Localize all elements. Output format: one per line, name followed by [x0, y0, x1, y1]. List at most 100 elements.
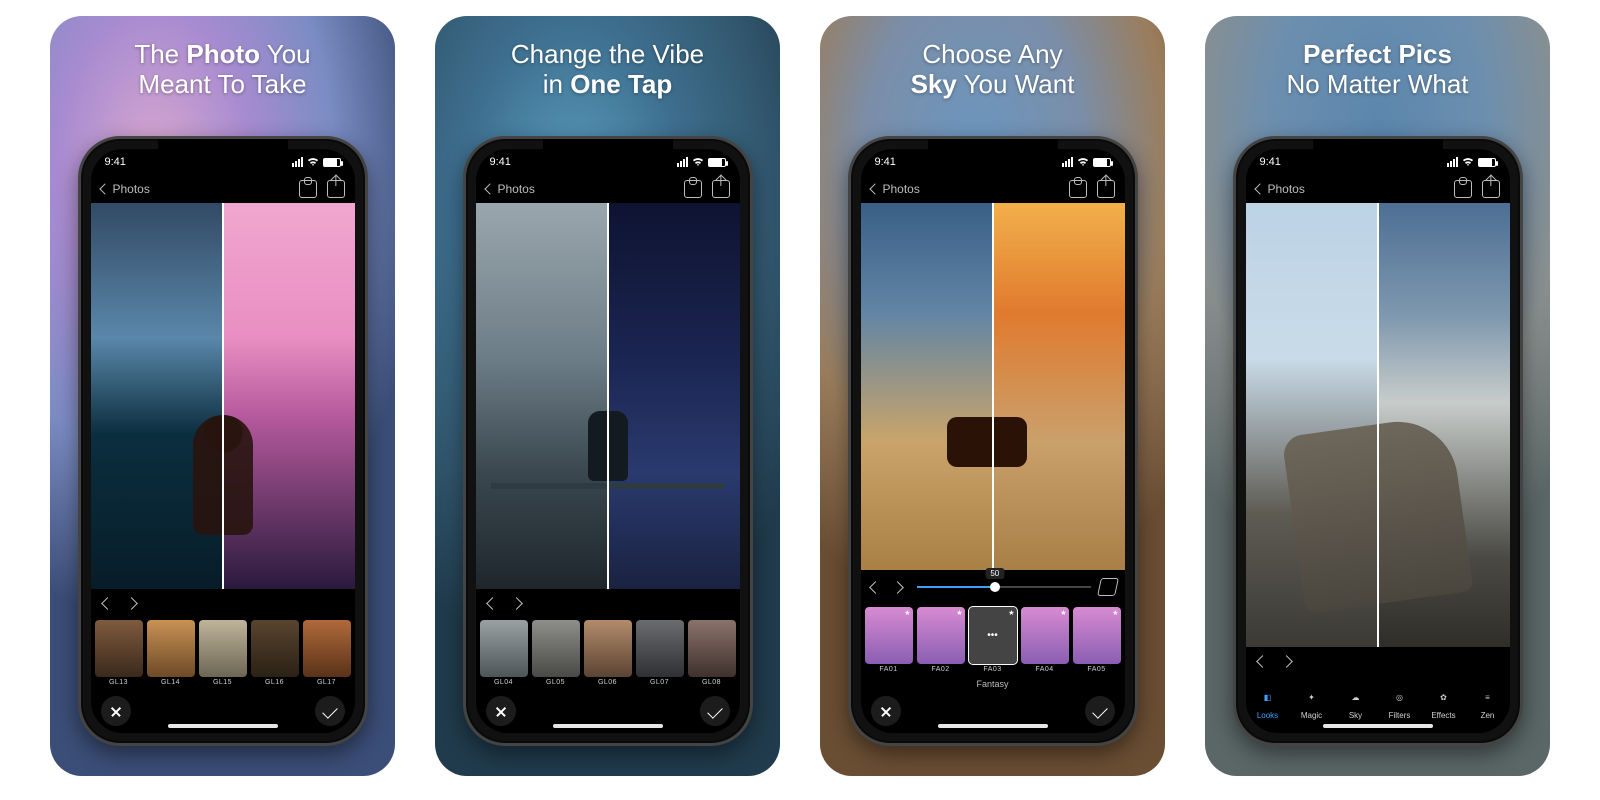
close-icon	[495, 705, 507, 717]
clipboard-icon[interactable]	[299, 180, 317, 198]
slider-value: 50	[985, 568, 1004, 579]
back-button[interactable]: Photos	[486, 182, 535, 196]
confirm-button[interactable]	[315, 696, 345, 726]
undo-icon[interactable]	[869, 581, 885, 593]
share-icon[interactable]	[327, 180, 345, 198]
look-thumb[interactable]: GL16	[251, 620, 299, 686]
headline: The Photo YouMeant To Take	[50, 40, 395, 100]
check-icon	[707, 703, 723, 719]
look-thumb[interactable]: GL17	[303, 620, 351, 686]
sky-category-label: Fantasy	[861, 676, 1125, 689]
sky-thumb[interactable]: ★FA04	[1021, 607, 1069, 673]
look-thumb[interactable]: GL06	[584, 620, 632, 686]
nav-bar: Photos	[476, 175, 740, 203]
intensity-row: 50	[861, 570, 1125, 604]
redo-icon[interactable]	[1282, 655, 1298, 667]
redo-icon[interactable]	[512, 597, 528, 609]
sky-thumb-selected[interactable]: ★•••FA03	[969, 607, 1017, 673]
battery-icon	[323, 158, 341, 167]
look-thumb[interactable]: GL08	[688, 620, 736, 686]
look-thumb[interactable]: GL04	[480, 620, 528, 686]
sky-thumb[interactable]: ★FA02	[917, 607, 965, 673]
chevron-left-icon	[99, 183, 110, 194]
status-time: 9:41	[490, 156, 511, 168]
redo-icon[interactable]	[893, 581, 909, 593]
intensity-slider[interactable]: 50	[917, 577, 1091, 597]
battery-icon	[1478, 158, 1496, 167]
back-button[interactable]: Photos	[1256, 182, 1305, 196]
zen-icon: ≡	[1479, 689, 1497, 707]
app-screen: 9:41 Photos	[1246, 149, 1510, 733]
phone-frame: 9:41 Photos	[463, 136, 753, 746]
cancel-button[interactable]	[871, 696, 901, 726]
app-screen: 9:41 Photos	[91, 149, 355, 733]
notch	[928, 139, 1058, 163]
erase-icon[interactable]	[1097, 578, 1119, 596]
look-thumb[interactable]: GL07	[636, 620, 684, 686]
star-icon: ★	[1060, 609, 1066, 617]
cancel-button[interactable]	[486, 696, 516, 726]
phone-frame: 9:41 Photos	[78, 136, 368, 746]
check-icon	[1092, 703, 1108, 719]
undo-icon[interactable]	[486, 597, 502, 609]
app-screenshot-1: The Photo YouMeant To Take 9:41 Photos	[50, 16, 395, 776]
clipboard-icon[interactable]	[1454, 180, 1472, 198]
compare-slider[interactable]	[1377, 203, 1379, 647]
check-icon	[322, 703, 338, 719]
redo-icon[interactable]	[127, 597, 143, 609]
sky-thumb[interactable]: ★FA01	[865, 607, 913, 673]
signal-icon	[292, 157, 303, 167]
clipboard-icon[interactable]	[684, 180, 702, 198]
look-thumb[interactable]: GL05	[532, 620, 580, 686]
compare-slider[interactable]	[222, 203, 224, 589]
confirm-button[interactable]	[1085, 696, 1115, 726]
app-screen: 9:41 Photos	[476, 149, 740, 733]
nav-bar: Photos	[1246, 175, 1510, 203]
star-icon: ★	[956, 609, 962, 617]
tab-zen[interactable]: ≡Zen	[1466, 675, 1510, 733]
share-icon[interactable]	[1097, 180, 1115, 198]
cancel-button[interactable]	[101, 696, 131, 726]
slider-knob[interactable]	[990, 582, 1000, 592]
app-screenshot-2: Change the Vibein One Tap 9:41 Photos	[435, 16, 780, 776]
share-icon[interactable]	[712, 180, 730, 198]
notch	[1313, 139, 1443, 163]
headline: Change the Vibein One Tap	[435, 40, 780, 100]
clipboard-icon[interactable]	[1069, 180, 1087, 198]
app-screen: 9:41 Photos	[861, 149, 1125, 733]
edit-row	[91, 589, 355, 617]
confirm-button[interactable]	[700, 696, 730, 726]
chevron-left-icon	[484, 183, 495, 194]
sky-row: ★FA01 ★FA02 ★•••FA03 ★FA04 ★FA05	[861, 604, 1125, 676]
look-thumb[interactable]: GL13	[95, 620, 143, 686]
wifi-icon	[1462, 157, 1474, 167]
look-thumb[interactable]: GL15	[199, 620, 247, 686]
wifi-icon	[692, 157, 704, 167]
sky-icon: ☁	[1347, 689, 1365, 707]
sky-thumb[interactable]: ★FA05	[1073, 607, 1121, 673]
photo-compare[interactable]	[476, 203, 740, 589]
headline: Perfect PicsNo Matter What	[1205, 40, 1550, 100]
photo-compare[interactable]	[861, 203, 1125, 570]
signal-icon	[1062, 157, 1073, 167]
look-thumb[interactable]: GL14	[147, 620, 195, 686]
share-icon[interactable]	[1482, 180, 1500, 198]
home-indicator	[168, 724, 278, 728]
compare-slider[interactable]	[607, 203, 609, 589]
status-time: 9:41	[1260, 156, 1281, 168]
tab-looks[interactable]: ◧Looks	[1246, 675, 1290, 733]
effects-icon: ✿	[1435, 689, 1453, 707]
undo-icon[interactable]	[101, 597, 117, 609]
compare-slider[interactable]	[992, 203, 994, 570]
back-button[interactable]: Photos	[871, 182, 920, 196]
nav-bar: Photos	[91, 175, 355, 203]
looks-row: GL13 GL14 GL15 GL16 GL17	[91, 617, 355, 689]
app-screenshot-3: Choose AnySky You Want 9:41 Photos	[820, 16, 1165, 776]
photo-compare[interactable]	[1246, 203, 1510, 647]
back-button[interactable]: Photos	[101, 182, 150, 196]
home-indicator	[553, 724, 663, 728]
app-screenshot-4: Perfect PicsNo Matter What 9:41 Photos	[1205, 16, 1550, 776]
photo-compare[interactable]	[91, 203, 355, 589]
notch	[543, 139, 673, 163]
undo-icon[interactable]	[1256, 655, 1272, 667]
